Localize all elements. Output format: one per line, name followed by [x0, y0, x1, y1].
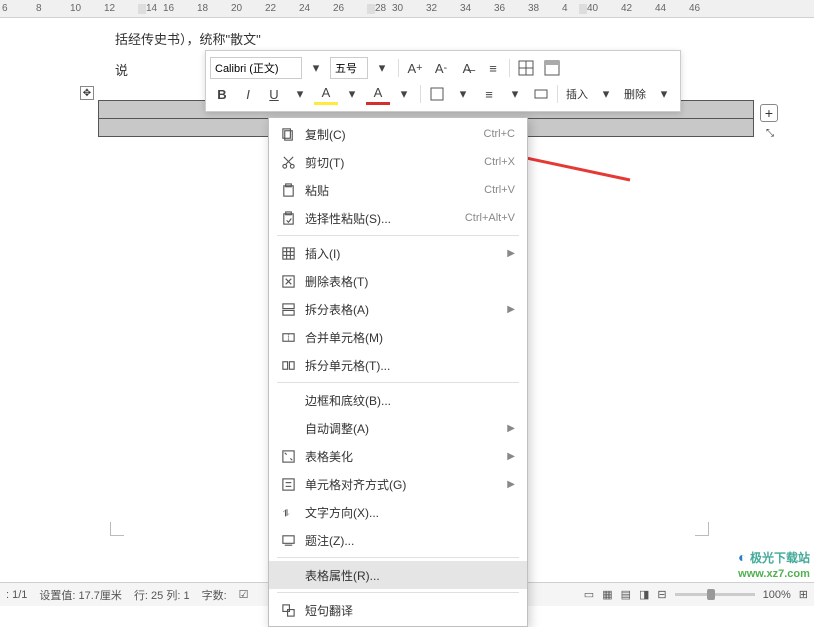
view-mode-icon[interactable]: ▤	[621, 588, 631, 601]
highlight-button[interactable]: A	[314, 83, 338, 105]
page-corner-icon	[110, 522, 124, 536]
view-mode-icon[interactable]: ▦	[602, 588, 612, 601]
menu-table-properties[interactable]: 表格属性(R)...	[269, 561, 527, 589]
menu-paste-special[interactable]: 选择性粘贴(S)... Ctrl+Alt+V	[269, 204, 527, 232]
decrease-font-icon[interactable]: A-	[429, 57, 453, 79]
size-dropdown-icon[interactable]: ▾	[370, 57, 394, 79]
insert-table-icon	[277, 246, 299, 261]
menu-split-table[interactable]: 拆分表格(A) ▶	[269, 295, 527, 323]
status-setval[interactable]: 设置值: 17.7厘米	[39, 587, 122, 603]
delete-table-icon	[277, 274, 299, 289]
align-button[interactable]: ≡	[477, 83, 501, 105]
split-table-icon	[277, 302, 299, 317]
split-cells-icon	[277, 358, 299, 373]
clear-format-icon[interactable]: A̶	[455, 57, 479, 79]
menu-border-shading[interactable]: 边框和底纹(B)...	[269, 386, 527, 414]
watermark-logo-icon: ◐	[738, 549, 746, 565]
menu-split-cells[interactable]: 拆分单元格(T)...	[269, 351, 527, 379]
underline-dropdown-icon[interactable]: ▾	[288, 83, 312, 105]
font-size-input[interactable]	[330, 57, 368, 79]
scissors-icon	[277, 155, 299, 170]
align-dropdown-icon[interactable]: ▾	[503, 83, 527, 105]
borders-dropdown-icon[interactable]: ▾	[451, 83, 475, 105]
chevron-right-icon: ▶	[499, 248, 515, 259]
font-color-button[interactable]: A	[366, 83, 390, 105]
copy-icon	[277, 127, 299, 142]
table-move-handle-icon[interactable]: ✥	[80, 86, 94, 100]
table-grid-icon[interactable]	[514, 57, 538, 79]
font-dropdown-icon[interactable]: ▾	[304, 57, 328, 79]
align-icon	[277, 477, 299, 492]
table-style-icon[interactable]	[540, 57, 564, 79]
menu-beautify[interactable]: 表格美化 ▶	[269, 442, 527, 470]
menu-translate[interactable]: 短句翻译	[269, 596, 527, 624]
borders-button[interactable]	[425, 83, 449, 105]
beautify-icon	[277, 449, 299, 464]
paste-icon	[277, 183, 299, 198]
menu-copy[interactable]: 复制(C) Ctrl+C	[269, 120, 527, 148]
table-add-column-icon[interactable]: +	[760, 104, 778, 122]
menu-cut[interactable]: 剪切(T) Ctrl+X	[269, 148, 527, 176]
underline-button[interactable]: U	[262, 83, 286, 105]
menu-separator	[277, 592, 519, 593]
menu-insert[interactable]: 插入(I) ▶	[269, 239, 527, 267]
table-context-menu: 复制(C) Ctrl+C 剪切(T) Ctrl+X 粘贴 Ctrl+V 选择性粘…	[268, 117, 528, 627]
italic-button[interactable]: I	[236, 83, 260, 105]
menu-separator	[277, 235, 519, 236]
menu-autofit[interactable]: 自动调整(A) ▶	[269, 414, 527, 442]
paragraph[interactable]: 括经传史书），统称"散文"	[115, 30, 764, 51]
highlight-dropdown-icon[interactable]: ▾	[340, 83, 364, 105]
line-spacing-icon[interactable]: ≡	[481, 57, 505, 79]
menu-separator	[277, 382, 519, 383]
delete-dropdown-icon[interactable]: ▾	[652, 83, 676, 105]
status-wordcount[interactable]: 字数:	[202, 587, 227, 603]
menu-caption[interactable]: 题注(Z)...	[269, 526, 527, 554]
paste-special-icon	[277, 211, 299, 226]
watermark-title: 极光下载站	[750, 551, 810, 565]
delete-label[interactable]: 删除	[620, 86, 650, 102]
chevron-right-icon: ▶	[499, 451, 515, 462]
svg-text:⥮: ⥮	[282, 508, 289, 518]
menu-paste[interactable]: 粘贴 Ctrl+V	[269, 176, 527, 204]
view-mode-icon[interactable]: ▭	[584, 588, 594, 601]
chevron-right-icon: ▶	[499, 304, 515, 315]
merge-button[interactable]	[529, 83, 553, 105]
chevron-right-icon: ▶	[499, 479, 515, 490]
chevron-right-icon: ▶	[499, 423, 515, 434]
merge-cells-icon	[277, 330, 299, 345]
zoom-value[interactable]: 100%	[763, 589, 791, 601]
table-resize-handle-icon[interactable]: ⤡	[766, 128, 778, 140]
menu-separator	[277, 557, 519, 558]
menu-merge-cells[interactable]: 合并单元格(M)	[269, 323, 527, 351]
status-rowcol[interactable]: 行: 25 列: 1	[134, 587, 190, 603]
caption-icon	[277, 533, 299, 548]
increase-font-icon[interactable]: A+	[403, 57, 427, 79]
font-color-dropdown-icon[interactable]: ▾	[392, 83, 416, 105]
font-family-input[interactable]	[210, 57, 302, 79]
spellcheck-icon[interactable]: ☑	[239, 588, 249, 601]
menu-delete-table[interactable]: 删除表格(T)	[269, 267, 527, 295]
insert-label[interactable]: 插入	[562, 86, 592, 102]
page-corner-icon	[695, 522, 709, 536]
floating-format-toolbar: ▾ ▾ A+ A- A̶ ≡ B I U ▾ A ▾ A ▾ ▾ ≡ ▾ 插入 …	[205, 50, 681, 112]
view-mode-icon[interactable]: ◨	[639, 588, 649, 601]
translate-icon	[277, 603, 299, 618]
watermark-url: www.xz7.com	[738, 568, 810, 580]
text-direction-icon: ⥮	[277, 505, 299, 520]
status-page[interactable]: : 1/1	[6, 589, 27, 601]
menu-text-direction[interactable]: ⥮ 文字方向(X)...	[269, 498, 527, 526]
bold-button[interactable]: B	[210, 83, 234, 105]
watermark: ◐ 极光下载站 www.xz7.com	[738, 549, 810, 580]
zoom-in-icon[interactable]: ⊞	[799, 588, 808, 601]
menu-cell-align[interactable]: 单元格对齐方式(G) ▶	[269, 470, 527, 498]
zoom-slider[interactable]	[675, 593, 755, 596]
horizontal-ruler[interactable]: 6810121416182022242628303234363844042444…	[0, 0, 814, 18]
insert-dropdown-icon[interactable]: ▾	[594, 83, 618, 105]
zoom-out-icon[interactable]: ⊟	[657, 588, 666, 601]
